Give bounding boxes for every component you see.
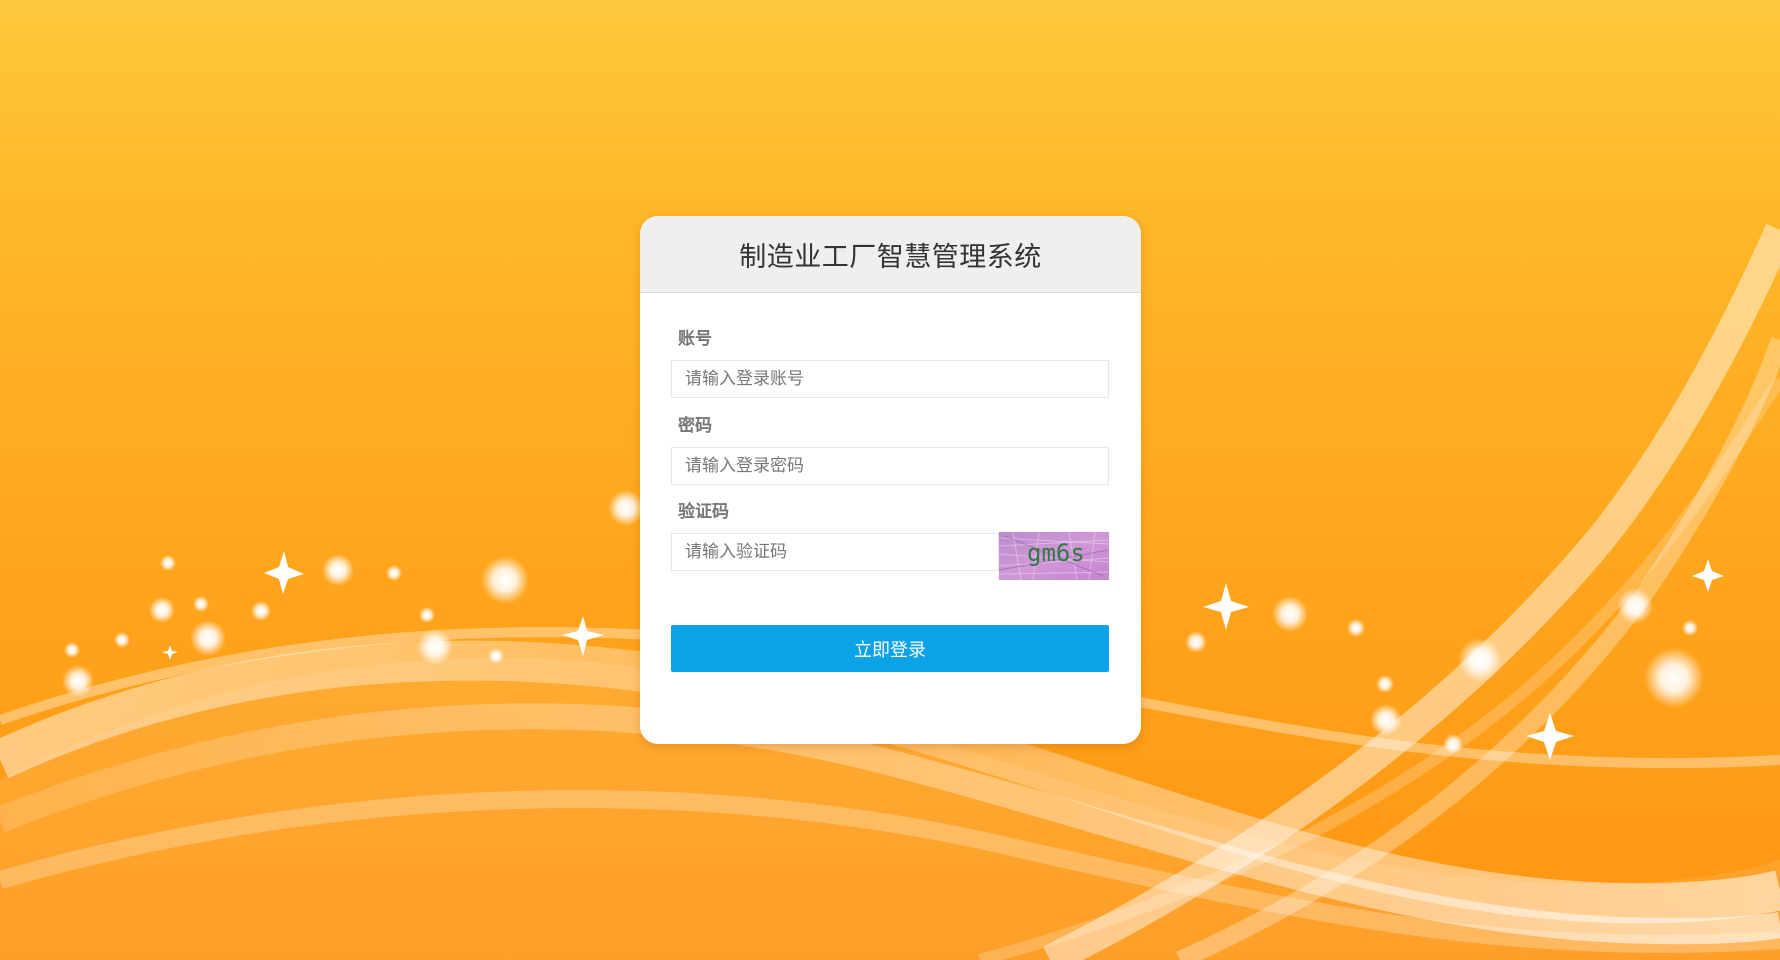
login-button[interactable]: 立即登录	[671, 625, 1109, 672]
login-card-header: 制造业工厂智慧管理系统	[640, 216, 1141, 293]
captcha-input[interactable]	[671, 533, 999, 571]
account-input[interactable]	[671, 360, 1109, 398]
page-title: 制造业工厂智慧管理系统	[739, 241, 1042, 273]
captcha-label: 验证码	[678, 502, 729, 522]
captcha-text: gm6s	[1027, 539, 1085, 567]
password-label: 密码	[678, 416, 712, 436]
account-label: 账号	[678, 329, 712, 349]
password-input[interactable]	[671, 447, 1109, 485]
login-card: 制造业工厂智慧管理系统 账号 密码 验证码	[640, 216, 1141, 744]
captcha-image[interactable]: gm6s	[999, 532, 1109, 580]
